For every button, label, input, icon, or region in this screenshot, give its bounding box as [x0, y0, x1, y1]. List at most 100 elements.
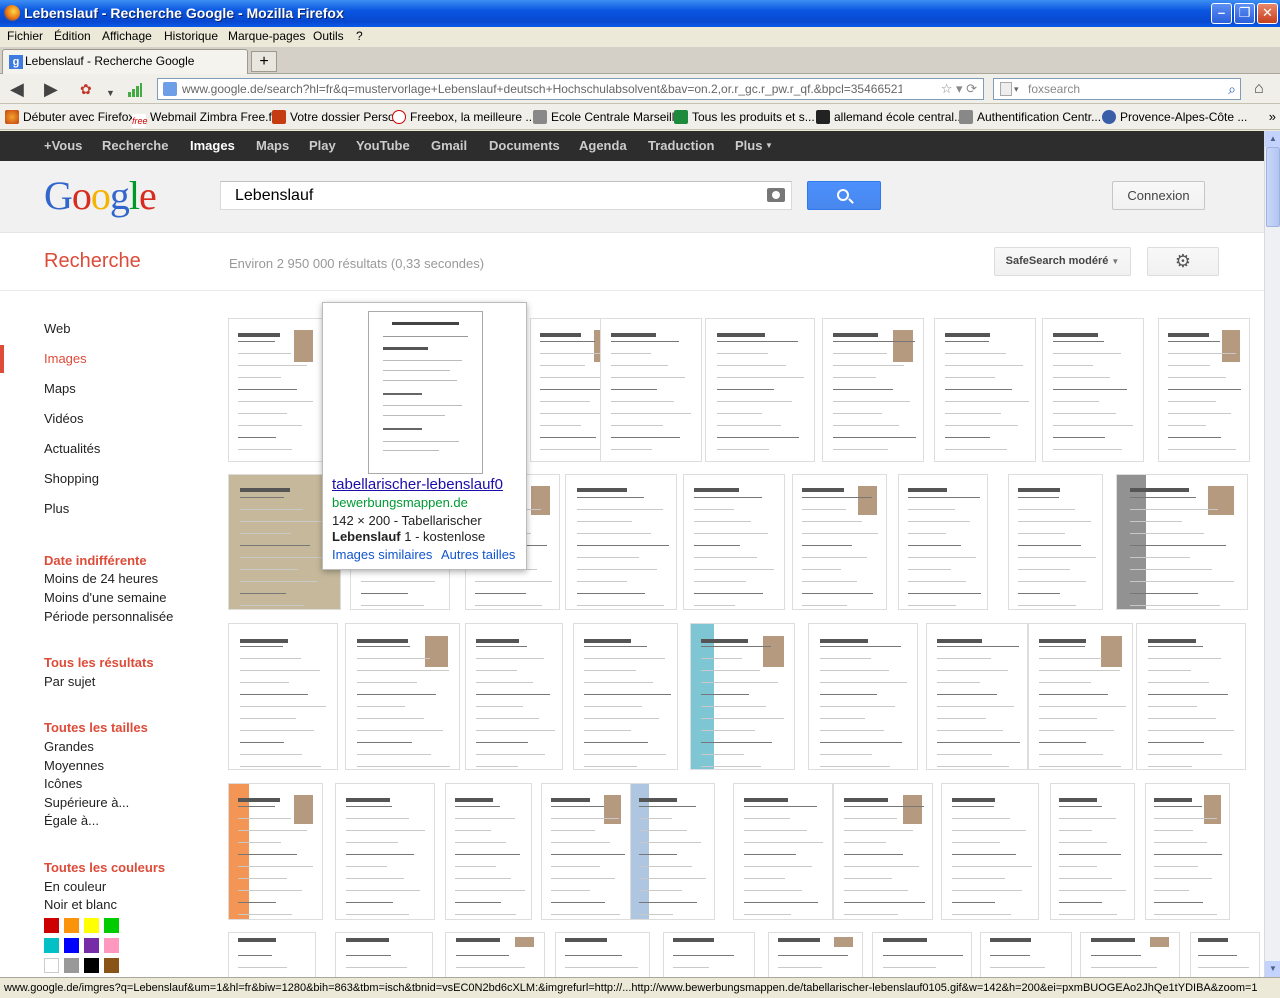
image-result-thumbnail[interactable] — [926, 623, 1028, 770]
image-result-thumbnail[interactable] — [600, 318, 702, 462]
image-result-thumbnail[interactable] — [808, 623, 918, 770]
color-swatch[interactable] — [84, 938, 99, 953]
search-button[interactable] — [807, 181, 881, 210]
color-swatch[interactable] — [64, 938, 79, 953]
image-result-thumbnail[interactable] — [445, 783, 532, 920]
result-link[interactable]: tabellarischer-lebenslauf0 — [332, 476, 503, 493]
image-result-thumbnail[interactable] — [1116, 474, 1248, 610]
nav-maps[interactable]: Maps — [44, 381, 76, 396]
bookmark-2[interactable]: Votre dossier Perso — [272, 104, 395, 129]
image-result-thumbnail[interactable] — [541, 783, 631, 920]
image-result-thumbnail[interactable] — [228, 932, 316, 977]
image-result-thumbnail[interactable] — [683, 474, 785, 610]
image-result-thumbnail[interactable] — [228, 623, 338, 770]
color-swatch[interactable] — [44, 918, 59, 933]
color-swatch[interactable] — [64, 958, 79, 973]
filter-size-header[interactable]: Toutes les tailles — [44, 720, 148, 735]
safesearch-button[interactable]: SafeSearch modéré ▼ — [994, 247, 1131, 276]
similar-images-link[interactable]: Images similaires — [332, 547, 432, 562]
image-result-thumbnail[interactable] — [822, 318, 924, 462]
nav-plus[interactable]: Plus — [44, 501, 69, 516]
engine-dropdown-icon[interactable]: ▾ — [1014, 79, 1019, 99]
gbar-images[interactable]: Images — [190, 131, 235, 161]
address-bar[interactable]: www.google.de/search?hl=fr&q=mustervorla… — [157, 78, 984, 100]
bookmark-1[interactable]: free Webmail Zimbra Free.fr — [132, 104, 276, 129]
image-result-thumbnail[interactable] — [733, 783, 833, 920]
image-result-thumbnail[interactable] — [335, 783, 435, 920]
menu-marque-pages[interactable]: Marque-pages — [228, 29, 305, 43]
image-result-thumbnail[interactable] — [1080, 932, 1180, 977]
scroll-thumb[interactable] — [1266, 147, 1280, 227]
menu-outils[interactable]: Outils — [313, 29, 344, 43]
color-swatch[interactable] — [104, 938, 119, 953]
gbar-agenda[interactable]: Agenda — [579, 131, 627, 161]
image-result-thumbnail[interactable] — [898, 474, 988, 610]
image-result-thumbnail[interactable] — [555, 932, 650, 977]
back-arrow-icon[interactable]: ◀ — [10, 80, 24, 98]
image-result-thumbnail[interactable] — [228, 318, 323, 462]
vertical-scrollbar[interactable]: ▲ ▼ — [1264, 131, 1280, 977]
image-result-thumbnail[interactable] — [630, 783, 715, 920]
search-icon[interactable]: ⌕ — [1228, 79, 1236, 99]
image-result-thumbnail[interactable] — [1042, 318, 1144, 462]
filter-size-larger[interactable]: Supérieure à... — [44, 795, 129, 810]
image-result-thumbnail[interactable] — [1008, 474, 1103, 610]
color-swatch[interactable] — [84, 958, 99, 973]
gbar-maps[interactable]: Maps — [256, 131, 289, 161]
google-logo[interactable]: Google — [44, 173, 157, 219]
preview-thumbnail[interactable] — [368, 311, 483, 474]
image-result-thumbnail[interactable] — [573, 623, 678, 770]
scroll-down-icon[interactable]: ▼ — [1265, 961, 1280, 977]
bookmark-4[interactable]: Ecole Centrale Marseille — [533, 104, 681, 129]
scroll-up-icon[interactable]: ▲ — [1265, 131, 1280, 147]
bookmark-8[interactable]: Provence-Alpes-Côte ... — [1102, 104, 1247, 129]
image-result-thumbnail[interactable] — [1145, 783, 1230, 920]
bookmark-5[interactable]: Tous les produits et s... — [674, 104, 815, 129]
camera-icon[interactable] — [767, 188, 785, 202]
connexion-button[interactable]: Connexion — [1112, 181, 1205, 210]
gbar-documents[interactable]: Documents — [489, 131, 560, 161]
query-input[interactable]: Lebenslauf — [220, 181, 792, 210]
image-result-thumbnail[interactable] — [872, 932, 972, 977]
color-swatch[interactable] — [104, 918, 119, 933]
image-result-thumbnail[interactable] — [663, 932, 755, 977]
image-result-thumbnail[interactable] — [1136, 623, 1246, 770]
filter-results-subject[interactable]: Par sujet — [44, 674, 95, 689]
filter-color-bw[interactable]: Noir et blanc — [44, 897, 117, 912]
image-result-thumbnail[interactable] — [1028, 623, 1133, 770]
search-bar[interactable]: ▾ foxsearch ⌕ — [993, 78, 1241, 100]
image-result-thumbnail[interactable] — [465, 623, 563, 770]
image-result-thumbnail[interactable] — [934, 318, 1036, 462]
nav-shopping[interactable]: Shopping — [44, 471, 99, 486]
minimize-button[interactable]: – — [1211, 3, 1232, 24]
filter-size-exact[interactable]: Égale à... — [44, 813, 99, 828]
addon-icon[interactable]: ✿ — [80, 80, 92, 98]
image-result-thumbnail[interactable] — [1050, 783, 1135, 920]
bookmark-3[interactable]: Freebox, la meilleure ... — [392, 104, 535, 129]
filter-results-header[interactable]: Tous les résultats — [44, 655, 154, 670]
image-result-thumbnail[interactable] — [768, 932, 863, 977]
filter-date-header[interactable]: Date indifférente — [44, 553, 147, 568]
image-result-thumbnail[interactable] — [335, 932, 433, 977]
close-button[interactable]: ✕ — [1257, 3, 1278, 24]
gbar-recherche[interactable]: Recherche — [102, 131, 168, 161]
nav-actualites[interactable]: Actualités — [44, 441, 100, 456]
filter-date-custom[interactable]: Période personnalisée — [44, 609, 173, 624]
history-dropdown-icon[interactable]: ▼ — [106, 84, 115, 102]
site-identity-icon[interactable] — [163, 82, 177, 96]
settings-button[interactable]: ⚙ — [1147, 247, 1219, 276]
image-result-thumbnail[interactable] — [445, 932, 545, 977]
other-sizes-link[interactable]: Autres tailles — [441, 547, 515, 562]
nav-videos[interactable]: Vidéos — [44, 411, 84, 426]
bookmarks-overflow-icon[interactable]: » — [1269, 104, 1276, 129]
image-result-thumbnail[interactable] — [1158, 318, 1250, 462]
forward-arrow-icon[interactable]: ▶ — [44, 80, 58, 98]
menu-affichage[interactable]: Affichage — [102, 29, 152, 43]
bookmark-6[interactable]: allemand école central... — [816, 104, 964, 129]
home-icon[interactable]: ⌂ — [1254, 80, 1264, 98]
color-swatch[interactable] — [104, 958, 119, 973]
gbar-traduction[interactable]: Traduction — [648, 131, 714, 161]
filter-date-week[interactable]: Moins d'une semaine — [44, 590, 166, 605]
menu-edition[interactable]: Édition — [54, 29, 91, 43]
gbar-plus-dropdown-icon[interactable]: ▼ — [765, 131, 773, 161]
